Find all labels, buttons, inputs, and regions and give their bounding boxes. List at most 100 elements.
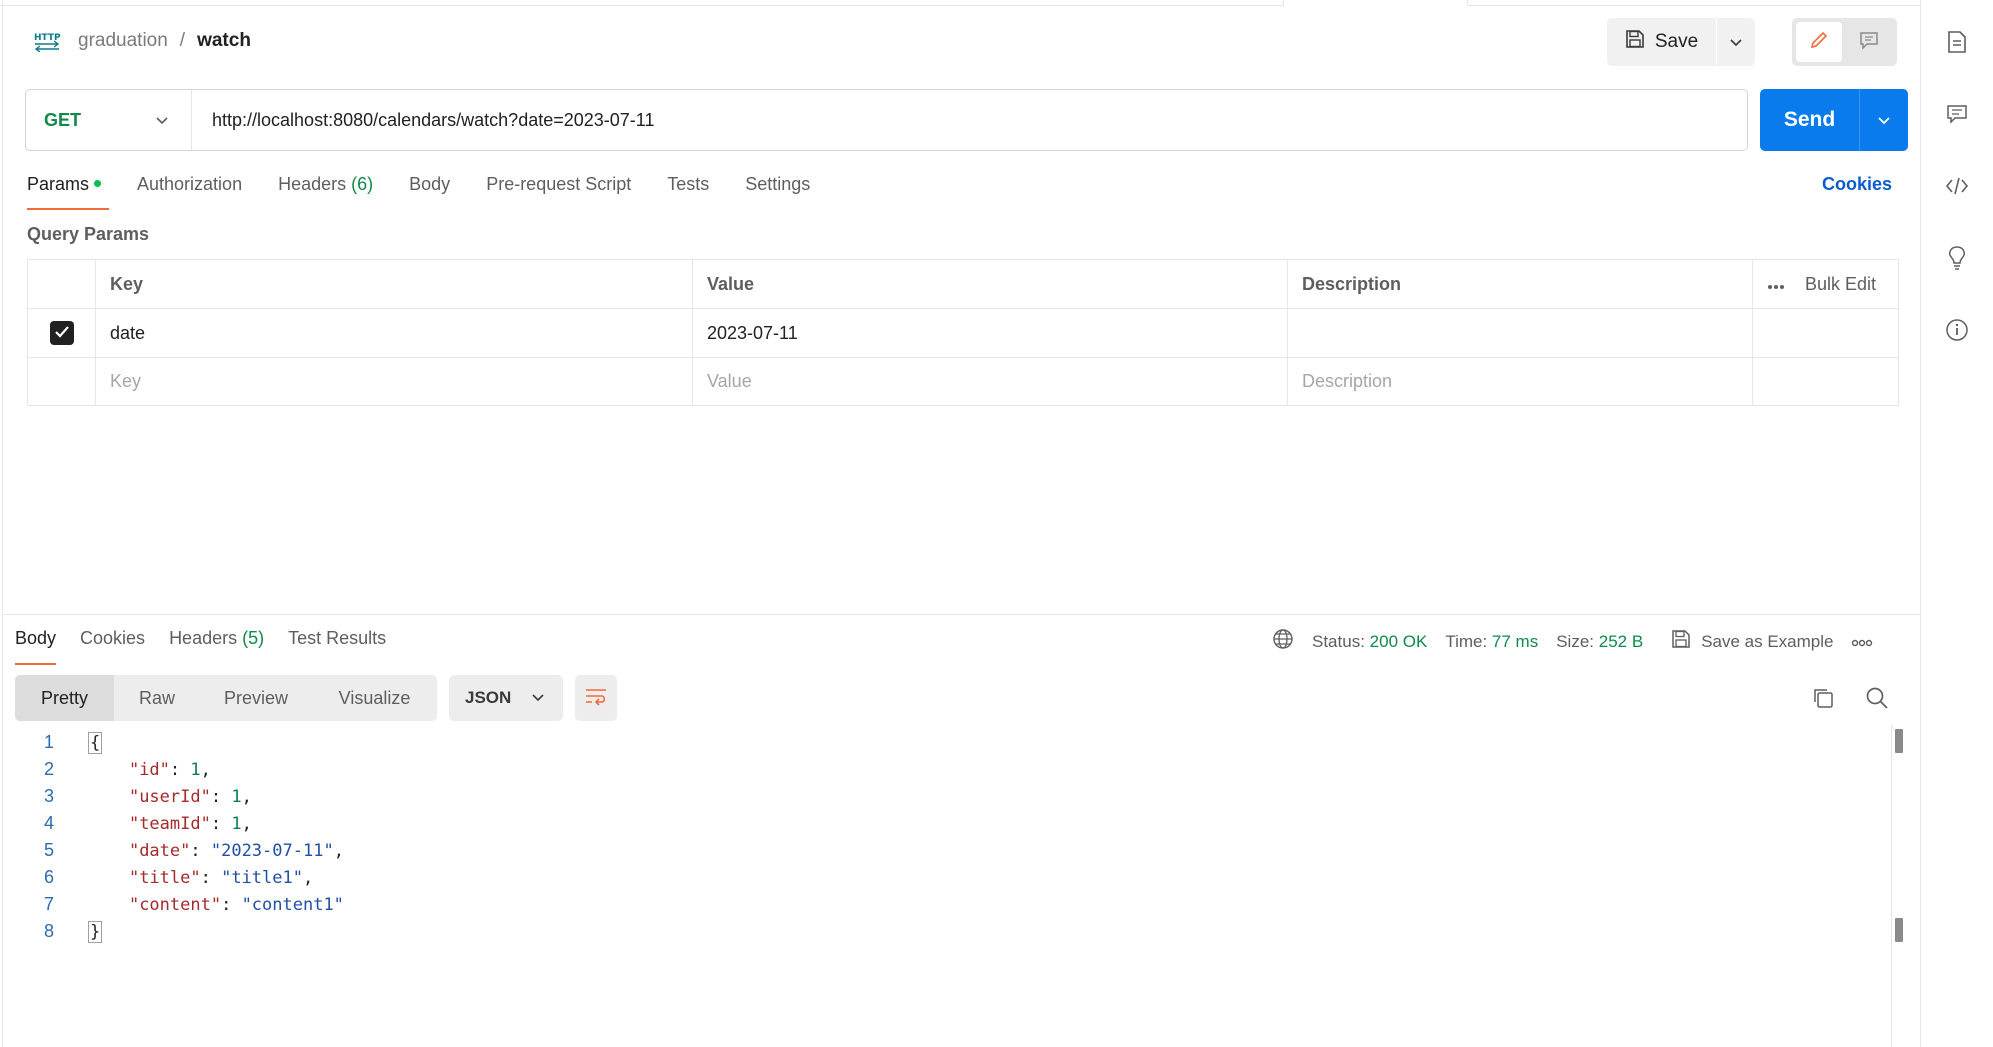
table-row-empty: Key Value Description — [28, 358, 1898, 405]
lightbulb-icon[interactable] — [1943, 244, 1971, 272]
checkmark-icon — [54, 323, 70, 344]
comments-icon[interactable] — [1943, 100, 1971, 128]
column-header-key: Key — [96, 260, 693, 308]
scroll-marker-top[interactable] — [1895, 729, 1903, 753]
request-url-bar: GET http://localhost:8080/calendars/watc… — [25, 89, 1748, 151]
http-badge-text: HTTP — [34, 33, 61, 43]
table-header-row: Key Value Description Bulk Edit — [28, 260, 1898, 309]
editor-scroll-track[interactable] — [1891, 725, 1892, 1047]
view-mode-toggle — [1792, 18, 1897, 66]
comment-icon — [1858, 29, 1880, 56]
format-select[interactable]: JSON — [449, 675, 563, 721]
time-indicator[interactable]: Time: 77 ms — [1445, 632, 1538, 652]
url-input[interactable]: http://localhost:8080/calendars/watch?da… — [192, 110, 654, 131]
pencil-icon — [1808, 29, 1830, 56]
tab-settings[interactable]: Settings — [745, 174, 810, 210]
send-options-button[interactable] — [1860, 89, 1908, 151]
breadcrumb-request-name[interactable]: watch — [197, 30, 251, 52]
more-options-icon[interactable] — [1851, 632, 1873, 652]
top-edge — [0, 0, 1920, 6]
tab-pre-request-script[interactable]: Pre-request Script — [486, 174, 631, 210]
tab-strip-hint — [1283, 0, 1468, 6]
wrap-lines-icon — [584, 686, 608, 711]
bulk-edit-button[interactable]: Bulk Edit — [1805, 274, 1876, 295]
response-view-mode: Pretty Raw Preview Visualize — [15, 675, 437, 721]
save-button-group: Save — [1607, 18, 1755, 66]
response-tabs: Body Cookies Headers (5) Test Results — [15, 628, 410, 665]
tab-headers[interactable]: Headers (6) — [278, 174, 373, 210]
copy-icon[interactable] — [1811, 686, 1835, 715]
column-header-value: Value — [693, 260, 1288, 308]
save-label: Save — [1654, 31, 1699, 52]
edit-mode-button[interactable] — [1796, 22, 1842, 62]
right-context-bar — [1920, 0, 1993, 1047]
tab-tests[interactable]: Tests — [667, 174, 709, 210]
size-value: 252 B — [1598, 631, 1644, 651]
send-button-group: Send — [1760, 89, 1908, 151]
globe-icon[interactable] — [1272, 628, 1294, 655]
tab-body[interactable]: Body — [409, 174, 450, 210]
request-tabs: Params Authorization Headers (6) Body Pr… — [27, 174, 846, 210]
params-active-dot — [94, 179, 102, 187]
format-value: JSON — [465, 688, 512, 707]
code-line: 8} — [43, 920, 103, 943]
view-pretty[interactable]: Pretty — [15, 675, 114, 721]
tab-test-results[interactable]: Test Results — [288, 628, 386, 664]
response-status-bar: Status: 200 OK Time: 77 ms Size: 252 B S… — [1272, 628, 1873, 655]
info-icon[interactable] — [1943, 316, 1971, 344]
save-button[interactable]: Save — [1607, 18, 1717, 66]
status-value: 200 OK — [1369, 631, 1428, 651]
floppy-disk-icon — [1671, 629, 1691, 654]
view-raw[interactable]: Raw — [114, 675, 200, 721]
code-line: 2 "id": 1, — [43, 759, 211, 780]
param-enabled-checkbox[interactable] — [49, 321, 74, 345]
new-param-key-input[interactable]: Key — [96, 358, 693, 405]
scroll-marker-bottom[interactable] — [1895, 918, 1903, 942]
tab-response-headers[interactable]: Headers (5) — [169, 628, 264, 664]
breadcrumb: graduation / watch — [78, 30, 251, 52]
save-as-example-button[interactable]: Save as Example — [1671, 629, 1833, 654]
tab-authorization[interactable]: Authorization — [137, 174, 242, 210]
param-key-cell[interactable]: date — [96, 309, 693, 357]
http-request-icon: HTTP — [32, 30, 62, 53]
tab-response-cookies[interactable]: Cookies — [80, 628, 145, 664]
left-edge — [0, 0, 3, 1047]
tab-response-body[interactable]: Body — [15, 628, 57, 665]
param-value-cell[interactable]: 2023-07-11 — [693, 309, 1288, 357]
search-icon[interactable] — [1865, 686, 1889, 715]
code-line: 6 "title": "title1", — [43, 867, 314, 888]
query-params-title: Query Params — [27, 224, 150, 244]
query-params-table: Key Value Description Bulk Edit date 202… — [27, 259, 1899, 406]
breadcrumb-collection[interactable]: graduation — [78, 30, 168, 52]
tab-params[interactable]: Params — [27, 174, 110, 210]
code-line: 3 "userId": 1, — [43, 786, 252, 807]
code-line: 5 "date": "2023-07-11", — [43, 840, 344, 861]
size-indicator[interactable]: Size: 252 B — [1556, 632, 1643, 652]
code-line: 7 "content": "content1" — [43, 894, 344, 915]
pane-divider[interactable] — [3, 614, 1920, 615]
chevron-down-icon — [1877, 110, 1891, 131]
view-preview[interactable]: Preview — [200, 675, 312, 721]
breadcrumb-separator: / — [179, 30, 186, 51]
chevron-down-icon — [531, 688, 545, 708]
documentation-icon[interactable] — [1943, 28, 1971, 56]
view-visualize[interactable]: Visualize — [312, 675, 437, 721]
status-indicator[interactable]: Status: 200 OK — [1312, 632, 1427, 652]
response-body-viewer[interactable]: 1{ 2 "id": 1, 3 "userId": 1, 4 "teamId":… — [15, 729, 344, 945]
code-line: 1{ — [43, 731, 103, 754]
comment-mode-button[interactable] — [1846, 22, 1892, 62]
code-line: 4 "teamId": 1, — [43, 813, 252, 834]
wrap-lines-button[interactable] — [575, 675, 617, 721]
http-method-select[interactable]: GET — [26, 90, 192, 150]
more-options-icon[interactable] — [1767, 274, 1785, 295]
send-button[interactable]: Send — [1760, 89, 1860, 151]
cookies-link[interactable]: Cookies — [1822, 174, 1892, 195]
param-description-cell[interactable] — [1288, 309, 1753, 357]
new-param-value-input[interactable]: Value — [693, 358, 1288, 405]
new-param-description-input[interactable]: Description — [1288, 358, 1753, 405]
code-snippet-icon[interactable] — [1943, 172, 1971, 200]
column-header-description: Description — [1288, 260, 1753, 308]
chevron-down-icon — [155, 110, 169, 131]
floppy-disk-icon — [1625, 29, 1645, 55]
save-options-button[interactable] — [1717, 18, 1755, 66]
